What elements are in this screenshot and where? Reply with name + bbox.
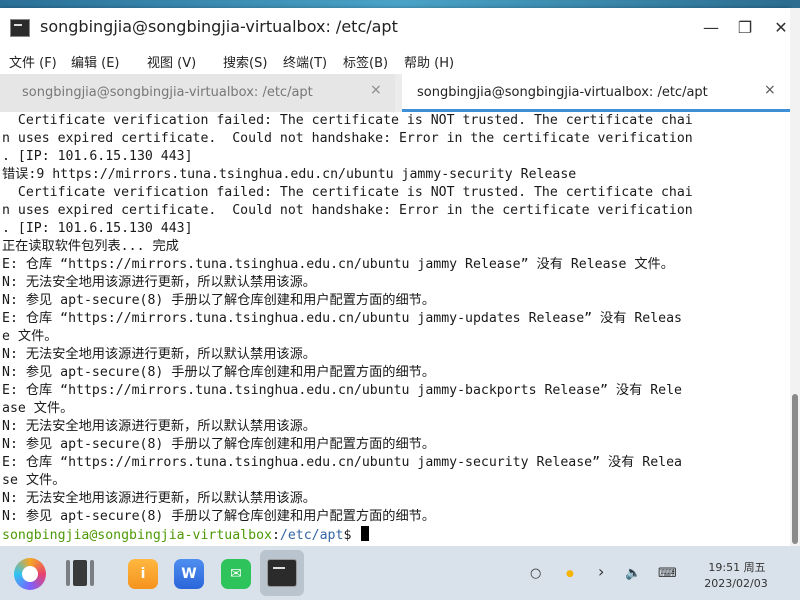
close-icon: ✕ — [774, 18, 788, 37]
prompt-path: /etc/apt — [279, 528, 344, 543]
terminal-app-icon[interactable] — [267, 559, 297, 587]
multitask-view-icon[interactable] — [66, 560, 94, 586]
desktop-background — [0, 0, 800, 8]
terminal-line: Certificate verification failed: The cer… — [2, 113, 693, 128]
terminal-line: 正在读取软件包列表... 完成 — [2, 239, 179, 254]
taskbar: i W ✉ ○ ● › 🔈 ⌨ 19:51 周五 2023/02/03 — [0, 546, 800, 600]
chevron-right-icon[interactable]: › — [598, 562, 604, 581]
tab-inactive[interactable]: songbingjia@songbingjia-virtualbox: /etc… — [0, 74, 395, 112]
prompt-user: songbingjia@songbingjia-virtualbox — [2, 528, 272, 543]
terminal-line: N: 无法安全地用该源进行更新，所以默认禁用该源。 — [2, 275, 316, 290]
text-cursor — [361, 526, 370, 541]
search-icon[interactable]: ○ — [530, 566, 541, 581]
menu-file[interactable]: 文件 (F) — [9, 52, 57, 71]
close-button[interactable]: ✕ — [767, 14, 790, 42]
terminal-line: Certificate verification failed: The cer… — [2, 185, 693, 200]
terminal-window: songbingjia@songbingjia-virtualbox: /etc… — [0, 8, 790, 546]
minimize-button[interactable]: — — [697, 14, 725, 42]
menu-search[interactable]: 搜索(S) — [223, 52, 267, 71]
prompt-separator: : — [271, 528, 280, 543]
scrollbar-thumb[interactable] — [792, 394, 798, 544]
tab-label: songbingjia@songbingjia-virtualbox: /etc… — [417, 85, 708, 100]
terminal-line: ase 文件。 — [2, 401, 74, 416]
command-prompt[interactable]: songbingjia@songbingjia-virtualbox:/etc/… — [2, 526, 370, 544]
terminal-line: . [IP: 101.6.15.130 443] — [2, 221, 193, 236]
volume-icon[interactable]: 🔈 — [625, 566, 641, 581]
status-dot-icon[interactable]: ● — [566, 569, 574, 579]
terminal-line: N: 无法安全地用该源进行更新，所以默认禁用该源。 — [2, 347, 316, 362]
menu-tabs[interactable]: 标签(B) — [343, 52, 388, 71]
window-title: songbingjia@songbingjia-virtualbox: /etc… — [40, 17, 398, 36]
terminal-line: N: 参见 apt-secure(8) 手册以了解仓库创建和用户配置方面的细节。 — [2, 365, 436, 380]
minimize-icon: — — [703, 18, 719, 37]
terminal-line: se 文件。 — [2, 473, 66, 488]
terminal-line: N: 无法安全地用该源进行更新，所以默认禁用该源。 — [2, 491, 316, 506]
tab-close-icon[interactable]: × — [764, 82, 776, 98]
maximize-button[interactable]: ❐ — [731, 14, 759, 42]
terminal-line: N: 无法安全地用该源进行更新，所以默认禁用该源。 — [2, 419, 316, 434]
terminal-line: . [IP: 101.6.15.130 443] — [2, 149, 193, 164]
file-manager-icon[interactable]: i — [128, 559, 158, 589]
menu-help[interactable]: 帮助 (H) — [404, 52, 454, 71]
terminal-line: E: 仓库 “https://mirrors.tuna.tsinghua.edu… — [2, 383, 682, 398]
maximize-icon: ❐ — [737, 18, 753, 37]
terminal-output[interactable]: Certificate verification failed: The cer… — [0, 112, 790, 546]
terminal-line: 错误:9 https://mirrors.tuna.tsinghua.edu.c… — [2, 167, 577, 182]
terminal-line: N: 参见 apt-secure(8) 手册以了解仓库创建和用户配置方面的细节。 — [2, 509, 436, 524]
wechat-icon[interactable]: ✉ — [221, 559, 251, 589]
tab-label: songbingjia@songbingjia-virtualbox: /etc… — [22, 85, 313, 100]
start-menu-icon[interactable] — [14, 558, 46, 590]
clock-time[interactable]: 19:51 周五 — [706, 559, 768, 575]
tab-bar: songbingjia@songbingjia-virtualbox: /etc… — [0, 74, 790, 112]
clock-date[interactable]: 2023/02/03 — [700, 577, 772, 590]
scrollbar[interactable] — [790, 8, 800, 546]
terminal-line: N: 参见 apt-secure(8) 手册以了解仓库创建和用户配置方面的细节。 — [2, 437, 436, 452]
menu-bar: 文件 (F) 编辑 (E) 视图 (V) 搜索(S) 终端(T) 标签(B) 帮… — [0, 48, 790, 74]
prompt-symbol: $ — [343, 528, 360, 543]
wps-office-icon[interactable]: W — [174, 559, 204, 589]
terminal-line: n uses expired certificate. Could not ha… — [2, 131, 693, 146]
keyboard-icon[interactable]: ⌨ — [658, 566, 677, 581]
terminal-line: E: 仓库 “https://mirrors.tuna.tsinghua.edu… — [2, 257, 674, 272]
title-bar[interactable]: songbingjia@songbingjia-virtualbox: /etc… — [0, 8, 790, 48]
tab-close-icon[interactable]: × — [370, 82, 382, 98]
terminal-icon — [10, 19, 30, 37]
terminal-line: E: 仓库 “https://mirrors.tuna.tsinghua.edu… — [2, 455, 682, 470]
menu-edit[interactable]: 编辑 (E) — [71, 52, 120, 71]
terminal-line: E: 仓库 “https://mirrors.tuna.tsinghua.edu… — [2, 311, 682, 326]
terminal-line: N: 参见 apt-secure(8) 手册以了解仓库创建和用户配置方面的细节。 — [2, 293, 436, 308]
menu-terminal[interactable]: 终端(T) — [283, 52, 327, 71]
tab-active[interactable]: songbingjia@songbingjia-virtualbox: /etc… — [402, 74, 790, 112]
terminal-line: n uses expired certificate. Could not ha… — [2, 203, 693, 218]
terminal-line: e 文件。 — [2, 329, 58, 344]
menu-view[interactable]: 视图 (V) — [147, 52, 196, 71]
